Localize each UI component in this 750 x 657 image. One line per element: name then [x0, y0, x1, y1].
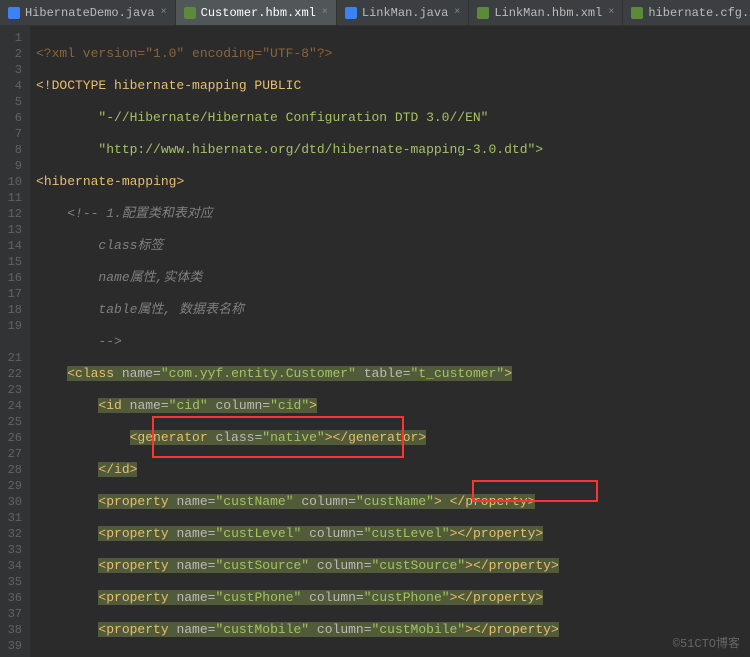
editor-tabs: HibernateDemo.java× Customer.hbm.xml× Li… [0, 0, 750, 26]
line-gutter: 1234567891011121314151617181921222324252… [0, 26, 30, 657]
code-area[interactable]: <?xml version="1.0" encoding="UTF-8"?> <… [30, 26, 750, 657]
xml-icon [631, 7, 643, 19]
tab-customer-hbm[interactable]: Customer.hbm.xml× [176, 0, 337, 25]
java-icon [345, 7, 357, 19]
close-icon[interactable]: × [322, 7, 328, 18]
tab-hibernate-cfg[interactable]: hibernate.cfg.xml× [623, 0, 750, 25]
tab-hibernatedemo[interactable]: HibernateDemo.java× [0, 0, 176, 25]
xml-icon [184, 7, 196, 19]
code-editor[interactable]: 1234567891011121314151617181921222324252… [0, 26, 750, 657]
tab-linkman-hbm[interactable]: LinkMan.hbm.xml× [469, 0, 623, 25]
xml-icon [477, 7, 489, 19]
close-icon[interactable]: × [161, 7, 167, 18]
close-icon[interactable]: × [608, 7, 614, 18]
close-icon[interactable]: × [454, 7, 460, 18]
java-icon [8, 7, 20, 19]
watermark: ©51CTO博客 [673, 634, 740, 651]
tab-linkman-java[interactable]: LinkMan.java× [337, 0, 469, 25]
